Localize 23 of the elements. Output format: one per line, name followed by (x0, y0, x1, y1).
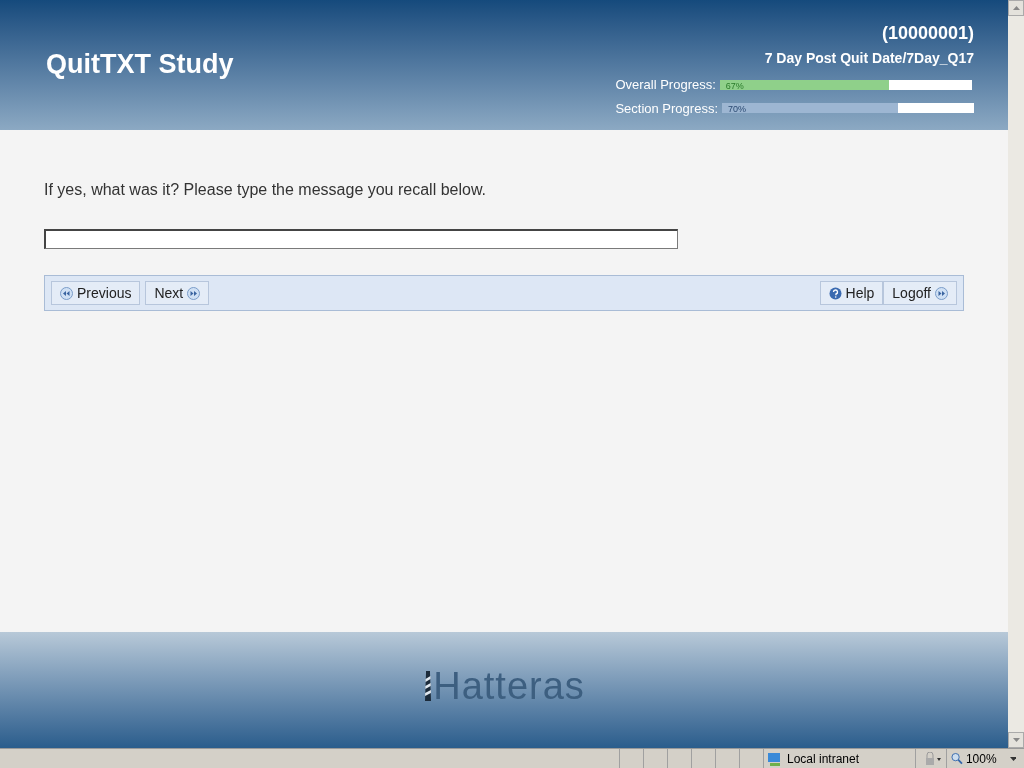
question-text: If yes, what was it? Please type the message you recall below. (44, 180, 487, 200)
help-icon (828, 286, 842, 300)
rewind-icon (60, 286, 73, 300)
previous-button[interactable]: Previous (51, 281, 141, 305)
progress-percent: 67% (725, 79, 744, 92)
progress-label: Overall Progress: (615, 76, 716, 94)
answer-field[interactable] (44, 229, 678, 249)
lighthouse-icon (423, 669, 434, 703)
fast-forward-icon (187, 286, 201, 300)
study-title: QuitTXT Study (46, 48, 234, 78)
section-name: 7 Day Post Quit Date/7Day_Q17 (764, 49, 974, 68)
forward-button[interactable]: Next (145, 281, 210, 305)
zoom-icon[interactable] (951, 752, 963, 765)
fast-forward-icon (935, 286, 948, 300)
dropdown-caret-icon[interactable] (1009, 756, 1016, 761)
participant-id: (10000001) (881, 22, 974, 45)
progress-label: Section Progress: (615, 99, 718, 118)
logo-text: Hatteras (433, 663, 585, 709)
progress-percent: 70% (728, 103, 746, 116)
security-zone: Local intranet (787, 750, 860, 768)
zoom-level[interactable]: 100% (965, 749, 997, 768)
help-button[interactable]: Help (819, 281, 884, 305)
forward-button[interactable]: Logoff (883, 281, 957, 305)
